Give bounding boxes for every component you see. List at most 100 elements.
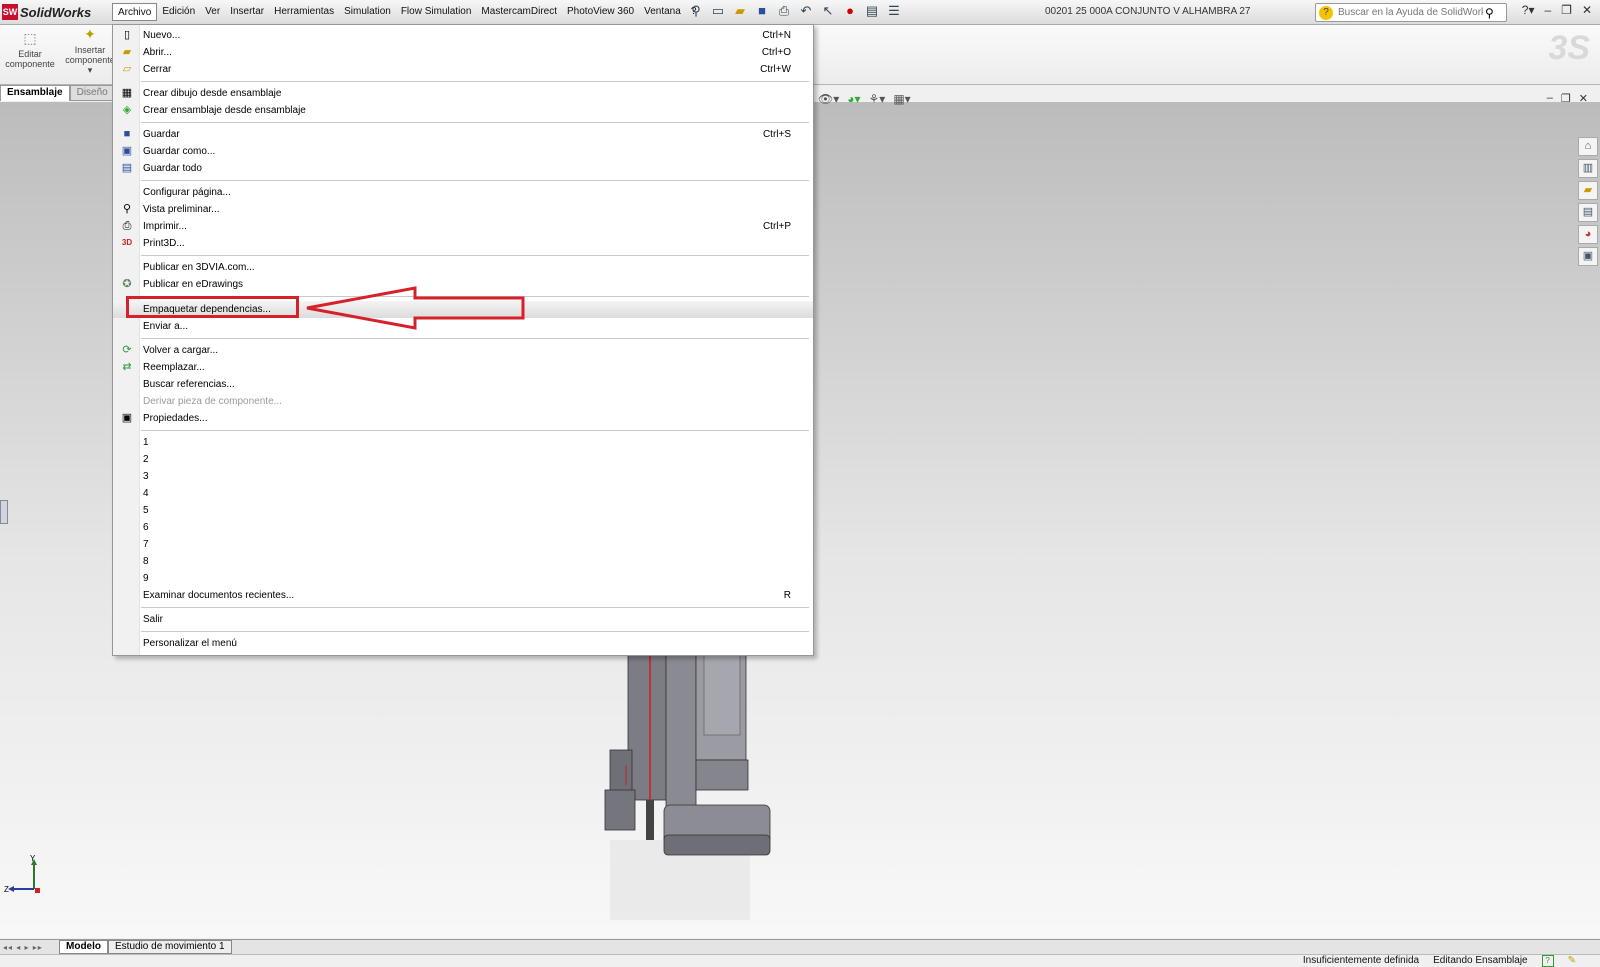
tab-scroll-arrows-icon[interactable]: ◂◂ ◂ ▸ ▸▸ [0,943,59,952]
save-icon[interactable]: ■ [754,3,770,19]
close-icon[interactable]: ✕ [1582,3,1592,17]
menu-item-recent-8[interactable]: 8 [113,553,813,570]
hide-show-icon[interactable]: 👁▾ [818,92,839,106]
insert-component-label-2: componente [65,55,115,65]
menu-edicion[interactable]: Edición [157,3,200,21]
edit-component-label-2: componente [5,59,55,69]
menu-insertar[interactable]: Insertar [225,3,269,21]
menu-item-derivar-pieza: Derivar pieza de componente... [143,396,282,407]
view-settings-icon[interactable]: ▦▾ [893,92,910,106]
file-properties-icon[interactable]: ▤ [864,3,880,19]
view-palette-icon[interactable]: ▤ [1578,203,1598,222]
menu-item-volver-a-cargar[interactable]: ⟳ Volver a cargar... [113,342,813,359]
menu-herramientas[interactable]: Herramientas [269,3,339,21]
menu-item-personalizar-menu[interactable]: Personalizar el menú [113,635,813,652]
menu-item-recent-7[interactable]: 7 [113,536,813,553]
menu-item-imprimir[interactable]: ⎙ Imprimir... Ctrl+P [113,218,813,235]
menu-mastercamdirect[interactable]: MastercamDirect [476,3,562,21]
quick-tips-icon[interactable]: ? [1541,955,1554,967]
menu-flow-simulation[interactable]: Flow Simulation [396,3,477,21]
restore-icon[interactable]: ❐ [1561,3,1572,17]
file-menu: ▯ Nuevo... Ctrl+N ▰ Abrir... Ctrl+O ▱ Ce… [112,24,814,656]
assembly-model[interactable] [600,640,800,940]
search-icon[interactable]: ⚲ [1485,6,1494,20]
menu-item-nuevo[interactable]: ▯ Nuevo... Ctrl+N [113,27,813,44]
help-search-box[interactable]: ? ⚲ [1315,3,1507,22]
new-icon[interactable]: ▭ [710,3,726,19]
rebuild-status-icon[interactable]: ✎ [1568,955,1576,967]
menu-item-recent-3[interactable]: 3 [113,468,813,485]
menu-ventana[interactable]: Ventana [639,3,686,21]
edit-component-button[interactable]: ⬚ Editar componente [0,31,60,69]
menu-item-recent-1[interactable]: 1 [113,434,813,451]
menu-ver[interactable]: Ver [200,3,225,21]
menu-item-crear-ensamblaje[interactable]: ◈ Crear ensamblaje desde ensamblaje [113,102,813,119]
window-controls: ?▾ – ❐ ✕ [1522,3,1592,17]
menu-item-recent-9[interactable]: 9 [113,570,813,587]
menu-simulation[interactable]: Simulation [339,3,396,21]
triad-y-label: Y [30,855,36,863]
doc-minimize-icon[interactable]: – [1547,92,1553,105]
bottom-tab-bar: ◂◂ ◂ ▸ ▸▸ Modelo Estudio de movimiento 1 [0,939,1600,954]
menu-item-vista-preliminar[interactable]: ⚲ Vista preliminar... [113,201,813,218]
tab-modelo[interactable]: Modelo [59,940,108,954]
undo-icon[interactable]: ↶ [798,3,814,19]
menu-item-guardar-todo[interactable]: ▤ Guardar todo [113,160,813,177]
menu-item-buscar-referencias[interactable]: Buscar referencias... [113,376,813,393]
document-window-controls: – ❐ ✕ [1547,92,1588,105]
menu-item-publicar-3dvia[interactable]: Publicar en 3DVIA.com... [113,259,813,276]
menu-item-examinar-recientes[interactable]: Examinar documentos recientes... R [113,587,813,604]
status-definition: Insuficientemente definida [1302,955,1420,966]
custom-properties-icon[interactable]: ▣ [1578,247,1598,266]
doc-restore-icon[interactable]: ❐ [1561,92,1571,105]
menu-photoview[interactable]: PhotoView 360 [562,3,639,21]
insert-component-icon: ✦ [84,26,96,42]
feature-manager-handle[interactable] [0,500,8,524]
help-search-input[interactable] [1336,6,1485,19]
tab-diseno[interactable]: Diseño [69,85,115,101]
doc-close-icon[interactable]: ✕ [1579,92,1588,105]
insert-component-button[interactable]: ✦ Insertar componente ▾ [60,26,120,75]
scene-icon[interactable]: ⚘▾ [869,92,886,106]
menu-separator [141,122,809,123]
rebuild-icon[interactable]: ● [842,3,858,19]
home-icon[interactable]: ⌂ [1578,137,1598,156]
menu-item-salir[interactable]: Salir [113,611,813,628]
menu-item-reemplazar[interactable]: ⇄ Reemplazar... [113,359,813,376]
appearances-icon[interactable]: ◕ [1578,225,1598,244]
menu-item-guardar-como[interactable]: ▣ Guardar como... [113,143,813,160]
select-icon[interactable]: ↖ [820,3,836,19]
menu-separator [141,81,809,82]
dassault-logo-icon: 3S [1548,29,1590,67]
help-bulb-icon: ? [1319,5,1333,20]
menu-item-recent-4[interactable]: 4 [113,485,813,502]
minimize-icon[interactable]: – [1544,3,1551,17]
menu-item-cerrar[interactable]: ▱ Cerrar Ctrl+W [113,61,813,78]
menu-item-propiedades[interactable]: ▣ Propiedades... [113,410,813,427]
menu-separator [141,607,809,608]
menu-item-recent-5[interactable]: 5 [113,502,813,519]
menu-item-configurar-pagina[interactable]: Configurar página... [113,184,813,201]
help-dropdown-icon[interactable]: ?▾ [1522,3,1535,17]
tab-motion-study[interactable]: Estudio de movimiento 1 [108,940,232,954]
tab-ensamblaje[interactable]: Ensamblaje [0,85,70,101]
menu-item-crear-dibujo[interactable]: ▦ Crear dibujo desde ensamblaje [113,85,813,102]
design-library-icon[interactable]: ▥ [1578,159,1598,178]
open-icon[interactable]: ▰ [732,3,748,19]
pin-icon[interactable]: ⚲ [688,3,704,19]
reload-icon: ⟳ [122,344,132,356]
chevron-down-icon[interactable]: ▾ [88,65,93,75]
options-icon[interactable]: ☰ [886,3,902,19]
menu-archivo[interactable]: Archivo [112,3,158,21]
menu-item-guardar[interactable]: ■ Guardar Ctrl+S [113,126,813,143]
solidworks-logo[interactable]: SW SolidWorks [2,3,91,21]
menu-item-print3d[interactable]: 3D Print3D... [113,235,813,252]
print-icon[interactable]: ⎙ [776,3,792,19]
appearance-icon[interactable]: ◕▾ [847,92,860,106]
menu-item-recent-6[interactable]: 6 [113,519,813,536]
standard-toolbar: ⚲ ▭ ▰ ■ ⎙ ↶ ↖ ● ▤ ☰ [688,3,902,19]
file-explorer-icon[interactable]: ▰ [1578,181,1598,200]
menu-item-recent-2[interactable]: 2 [113,451,813,468]
menu-item-abrir[interactable]: ▰ Abrir... Ctrl+O [113,44,813,61]
save-as-icon: ▣ [121,145,133,157]
